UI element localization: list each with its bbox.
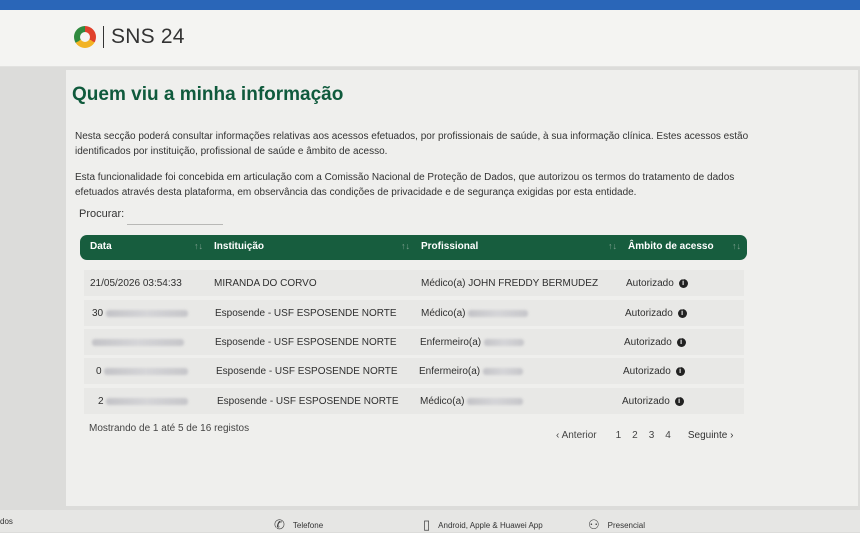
search-input[interactable]	[127, 210, 223, 225]
footer: dos ✆ Telefone ▯ Android, Apple & Huawei…	[0, 510, 860, 532]
column-header-scope[interactable]: Âmbito de acesso	[628, 241, 714, 252]
cell-scope: Autorizado i	[622, 396, 684, 407]
scope-label: Autorizado	[624, 337, 672, 348]
intro-paragraph: Nesta secção poderá consultar informaçõe…	[75, 131, 749, 157]
footer-app-label: Android, Apple & Huawei App	[438, 520, 543, 530]
redacted-date	[105, 309, 188, 317]
scope-label: Autorizado	[623, 366, 671, 377]
date-visible-part: 0	[96, 366, 102, 377]
cell-date: 30	[92, 308, 188, 319]
logo-divider	[103, 26, 104, 48]
pagination-previous[interactable]: ‹ Anterior	[556, 430, 597, 441]
cell-scope: Autorizado i	[625, 308, 687, 319]
cell-scope: Autorizado i	[624, 337, 686, 348]
page-1[interactable]: 1	[616, 430, 622, 441]
chevron-right-icon: ›	[730, 430, 734, 441]
redacted-name	[467, 397, 524, 405]
pagination: ‹ Anterior 1 2 3 4 Seguinte ›	[556, 430, 733, 441]
professional-role: Enfermeiro(a)	[419, 366, 481, 377]
cell-date: 0	[96, 366, 189, 377]
search-label: Procurar:	[79, 208, 125, 220]
page-3[interactable]: 3	[649, 430, 655, 441]
info-icon[interactable]: i	[676, 337, 686, 347]
column-header-institution[interactable]: Instituição	[214, 241, 264, 252]
cell-date: 2	[98, 396, 189, 407]
cell-professional: Médico(a)	[421, 308, 529, 319]
info-icon[interactable]: i	[675, 366, 685, 376]
redacted-name	[468, 309, 529, 317]
chevron-left-icon: ‹	[556, 430, 560, 441]
browser-top-strip	[0, 0, 860, 10]
scope-label: Autorizado	[626, 278, 674, 289]
cell-institution: Esposende - USF ESPOSENDE NORTE	[217, 396, 399, 407]
cell-scope: Autorizado i	[626, 278, 688, 289]
redacted-date	[92, 338, 184, 346]
pagination-next-label: Seguinte	[687, 430, 728, 441]
info-icon[interactable]: i	[674, 396, 684, 406]
cell-professional: Médico(a)	[420, 396, 524, 407]
cell-professional: Enfermeiro(a)	[419, 366, 523, 377]
table-row: 21/05/2026 03:54:33 MIRANDA DO CORVO Méd…	[84, 270, 744, 296]
footer-phone[interactable]: ✆ Telefone	[274, 517, 323, 533]
phone-icon: ✆	[274, 517, 285, 532]
footer-presencial[interactable]: ⚇ Presencial	[588, 517, 645, 533]
redacted-date	[104, 367, 189, 375]
table-row: 2 Esposende - USF ESPOSENDE NORTE Médico…	[84, 388, 744, 414]
cell-professional: Enfermeiro(a)	[420, 337, 524, 348]
date-visible-part: 30	[92, 308, 104, 319]
scope-label: Autorizado	[625, 308, 673, 319]
sns24-logo[interactable]: SNS 24	[74, 25, 185, 49]
sort-icon[interactable]: ↑↓	[732, 241, 741, 251]
sort-icon[interactable]: ↑↓	[194, 241, 203, 251]
footer-presencial-label: Presencial	[607, 520, 646, 530]
people-icon: ⚇	[588, 517, 600, 532]
sort-icon[interactable]: ↑↓	[401, 241, 410, 251]
column-header-date[interactable]: Data	[90, 241, 112, 252]
cell-institution: Esposende - USF ESPOSENDE NORTE	[216, 366, 398, 377]
professional-role: Médico(a)	[421, 308, 466, 319]
table-row: Esposende - USF ESPOSENDE NORTE Enfermei…	[84, 329, 744, 355]
records-info: Mostrando de 1 até 5 de 16 registos	[89, 423, 250, 434]
professional-role: Enfermeiro(a)	[420, 337, 482, 348]
cell-date: 21/05/2026 03:54:33	[90, 278, 182, 289]
footer-app[interactable]: ▯ Android, Apple & Huawei App	[423, 517, 543, 533]
date-visible-part: 2	[98, 396, 104, 407]
professional-role: Médico(a)	[420, 396, 465, 407]
cell-scope: Autorizado i	[623, 366, 685, 377]
column-header-professional[interactable]: Profissional	[421, 241, 478, 252]
sort-icon[interactable]: ↑↓	[608, 241, 617, 251]
page-title: Quem viu a minha informação	[72, 84, 344, 105]
sns-logo-icon	[74, 26, 96, 48]
table-row: 30 Esposende - USF ESPOSENDE NORTE Médic…	[84, 300, 744, 326]
pagination-previous-label: Anterior	[561, 430, 597, 441]
page-4[interactable]: 4	[665, 430, 671, 441]
cell-professional: Médico(a) JOHN FREDDY BERMUDEZ	[421, 278, 599, 289]
cell-institution: Esposende - USF ESPOSENDE NORTE	[215, 337, 397, 348]
cell-date	[92, 337, 184, 348]
redacted-name	[482, 367, 523, 375]
page-2[interactable]: 2	[632, 430, 638, 441]
logo-text: SNS 24	[111, 25, 185, 48]
redacted-name	[483, 338, 524, 346]
site-header: SNS 24	[0, 10, 860, 67]
scope-label: Autorizado	[622, 396, 670, 407]
footer-phone-label: Telefone	[292, 520, 324, 530]
pagination-next[interactable]: Seguinte ›	[688, 430, 734, 441]
cell-institution: MIRANDA DO CORVO	[214, 278, 317, 289]
info-icon[interactable]: i	[678, 278, 688, 288]
redacted-date	[106, 397, 189, 405]
table-row: 0 Esposende - USF ESPOSENDE NORTE Enferm…	[84, 358, 744, 384]
info-icon[interactable]: i	[677, 308, 687, 318]
footer-left-text: dos	[0, 517, 13, 526]
cnpd-paragraph: Esta funcionalidade foi concebida em art…	[75, 172, 735, 198]
smartphone-icon: ▯	[423, 517, 431, 532]
cell-institution: Esposende - USF ESPOSENDE NORTE	[215, 308, 397, 319]
table-header: Data ↑↓ Instituição ↑↓ Profissional ↑↓ Â…	[80, 235, 747, 260]
